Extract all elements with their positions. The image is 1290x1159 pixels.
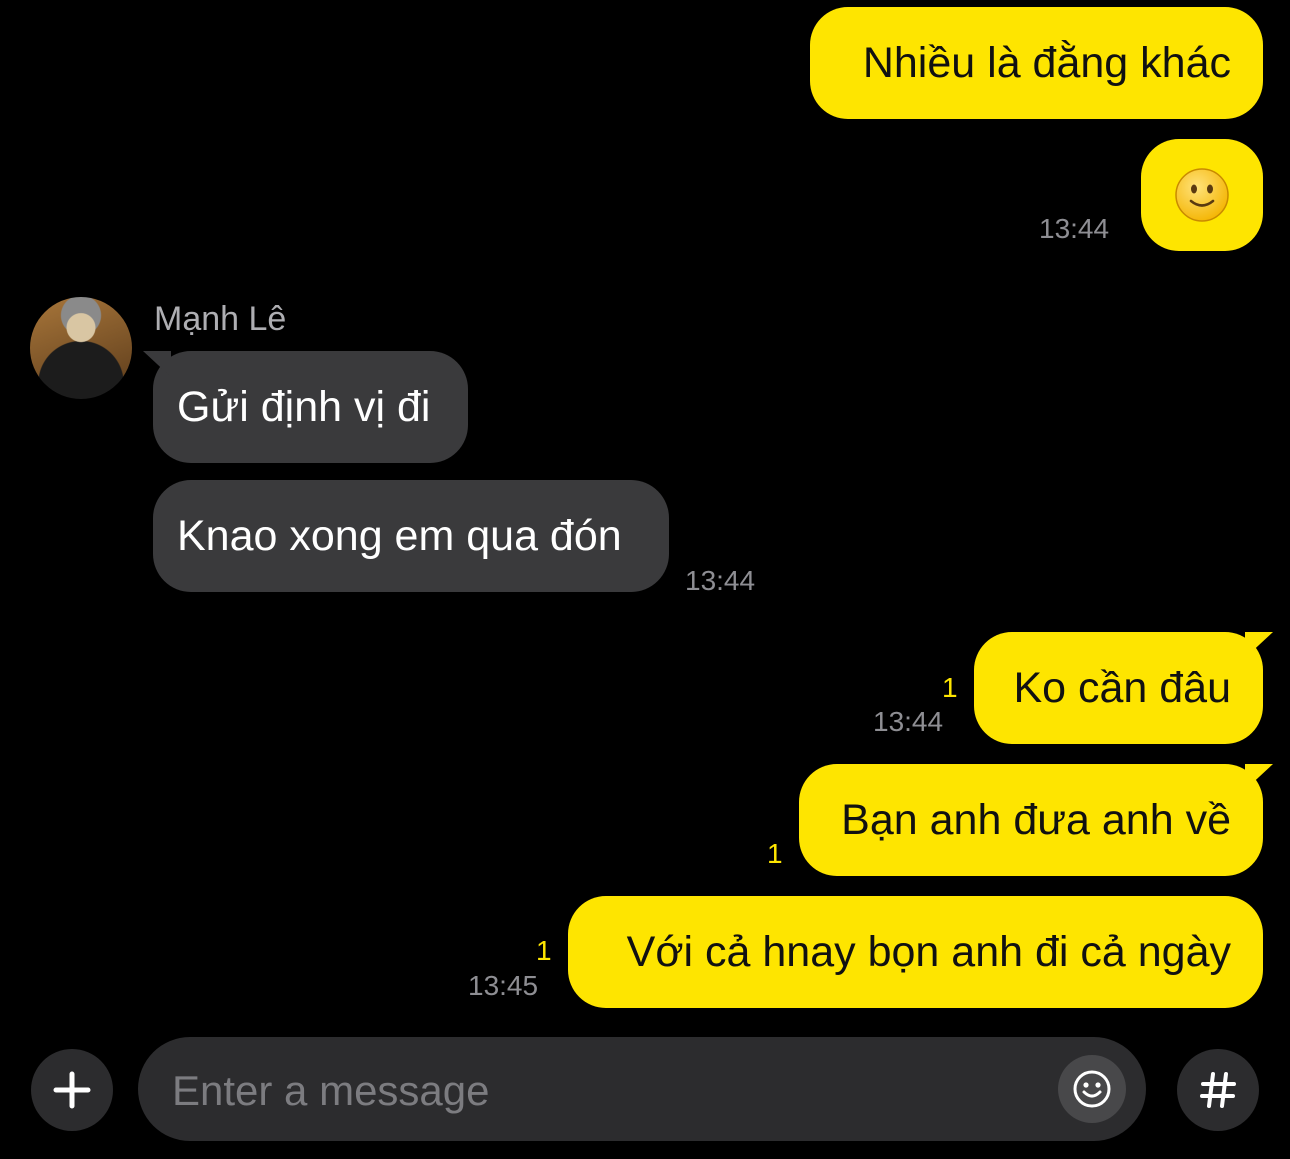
hashtag-button[interactable] — [1177, 1049, 1259, 1131]
incoming-message-bubble[interactable]: Knao xong em qua đón — [153, 480, 669, 592]
message-time: 13:44 — [873, 706, 944, 737]
attach-button[interactable] — [31, 1049, 113, 1131]
message-text: Với cả hnay bọn anh đi cả ngày — [626, 927, 1231, 976]
message-text: Nhiều là đằng khác — [862, 38, 1231, 87]
outgoing-message-bubble[interactable]: Bạn anh đưa anh về — [799, 764, 1263, 876]
outgoing-message-bubble[interactable]: Ko cần đâu — [974, 632, 1263, 744]
unread-count: 1 — [536, 935, 552, 966]
message-input-placeholder: Enter a message — [172, 1067, 490, 1114]
emoticon-button[interactable] — [1058, 1055, 1126, 1123]
plus-icon — [53, 1071, 91, 1109]
message-time: 13:44 — [1039, 213, 1110, 244]
outgoing-emoji-bubble[interactable] — [1141, 139, 1263, 251]
message-input[interactable]: Enter a message — [138, 1037, 1146, 1141]
unread-count: 1 — [942, 672, 958, 703]
sender-avatar[interactable] — [30, 297, 132, 399]
emoticon-icon — [1073, 1070, 1111, 1108]
outgoing-message-bubble[interactable]: Nhiều là đằng khác — [810, 7, 1263, 119]
message-text: Bạn anh đưa anh về — [841, 795, 1231, 844]
incoming-message-bubble[interactable]: Gửi định vị đi — [153, 351, 468, 463]
hash-icon — [1200, 1072, 1236, 1108]
message-time: 13:45 — [468, 970, 539, 1001]
unread-count: 1 — [767, 838, 783, 869]
message-time: 13:44 — [685, 565, 756, 596]
sender-name: Mạnh Lê — [154, 300, 287, 338]
outgoing-message-bubble[interactable]: Với cả hnay bọn anh đi cả ngày — [568, 896, 1263, 1008]
message-text: Gửi định vị đi — [177, 382, 431, 431]
message-text: Ko cần đâu — [1013, 663, 1231, 712]
smiley-emoji-icon — [1175, 168, 1229, 222]
message-text: Knao xong em qua đón — [177, 511, 622, 560]
